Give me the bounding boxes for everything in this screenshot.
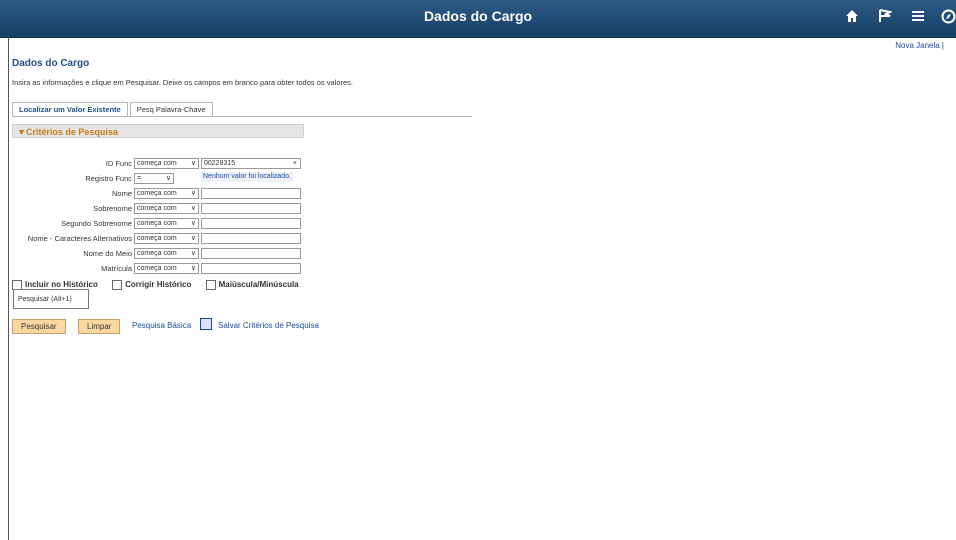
correct-history-checkbox[interactable] — [112, 280, 123, 290]
criteria-input[interactable] — [201, 263, 301, 274]
criteria-label: ID Func — [105, 159, 132, 168]
operator-select[interactable]: começa com ∨ — [134, 218, 199, 229]
search-button[interactable]: Pesquisar — [12, 319, 66, 334]
operator-select[interactable]: começa com ∨ — [134, 188, 199, 199]
save-criteria-icon[interactable] — [200, 318, 212, 330]
correct-history-label: Corrigir Histórico — [125, 280, 192, 290]
operator-value: começa com — [137, 220, 177, 227]
criteria-input[interactable] — [201, 203, 301, 214]
clear-input-icon[interactable]: × — [293, 159, 297, 169]
chevron-down-icon: ∨ — [190, 250, 196, 257]
case-sensitive-option[interactable]: Maiúscula/Minúscula — [205, 280, 299, 290]
case-sensitive-label: Maiúscula/Minúscula — [218, 280, 299, 290]
include-history-label: Incluir no Histórico — [25, 280, 98, 290]
chevron-down-icon: ∨ — [190, 190, 196, 197]
operator-value: começa com — [137, 235, 177, 242]
save-criteria-link[interactable]: Salvar Critérios de Pesquisa — [218, 321, 319, 330]
criteria-input[interactable] — [201, 248, 301, 259]
tab-divider — [12, 116, 472, 117]
criteria-label: Nome — [111, 189, 132, 198]
flag-icon[interactable] — [878, 9, 894, 27]
case-sensitive-checkbox[interactable] — [205, 280, 216, 290]
criteria-label: Nome - Caracteres Alternativos — [27, 234, 132, 243]
header-title: Dados do Cargo — [423, 8, 533, 24]
criteria-input[interactable] — [201, 218, 301, 229]
page-instructions: Insira as informações e clique em Pesqui… — [12, 78, 354, 87]
no-value-hint: Nenhum valor foi localizado. — [201, 172, 293, 182]
chevron-down-icon: ∨ — [190, 235, 196, 242]
chevron-down-icon: ∨ — [165, 175, 171, 182]
operator-value: começa com — [137, 250, 177, 257]
app-header: Dados do Cargo — [0, 0, 956, 38]
compass-icon[interactable] — [941, 9, 956, 28]
correct-history-option[interactable]: Corrigir Histórico — [112, 280, 192, 290]
operator-value: começa com — [137, 160, 177, 167]
include-history-option[interactable]: Incluir no Histórico — [12, 280, 98, 290]
operator-select[interactable]: começa com ∨ — [134, 158, 199, 169]
home-icon[interactable] — [845, 9, 859, 27]
basic-search-link[interactable]: Pesquisa Básica — [132, 321, 191, 330]
operator-value: começa com — [137, 205, 177, 212]
search-tooltip: Pesquisar (Alt+1) — [13, 289, 89, 309]
new-window-link[interactable]: Nova Janela | — [895, 41, 944, 50]
operator-value: começa com — [137, 190, 177, 197]
chevron-down-icon: ∨ — [190, 265, 196, 272]
operator-value: = — [137, 175, 142, 182]
chevron-down-icon: ∨ — [190, 205, 196, 212]
criteria-input[interactable] — [201, 188, 301, 199]
hamburger-icon[interactable] — [911, 9, 925, 27]
criteria-label: Matrícula — [101, 264, 132, 273]
operator-select[interactable]: = ∨ — [134, 173, 174, 184]
criteria-label: Registro Func — [85, 174, 132, 183]
chevron-down-icon: ∨ — [190, 220, 196, 227]
clear-button[interactable]: Limpar — [78, 319, 121, 334]
input-value: 00228315 — [204, 160, 236, 167]
tab-keyword-search[interactable]: Pesq Palavra-Chave — [129, 102, 213, 117]
operator-value: começa com — [137, 265, 177, 272]
tab-find-existing[interactable]: Localizar um Valor Existente — [12, 102, 128, 117]
operator-select[interactable]: começa com ∨ — [134, 248, 199, 259]
page-title: Dados do Cargo — [12, 58, 90, 69]
operator-select[interactable]: começa com ∨ — [134, 233, 199, 244]
criteria-input[interactable] — [201, 233, 301, 244]
chevron-down-icon: ∨ — [190, 160, 196, 167]
search-tabs: Localizar um Valor Existente Pesq Palavra… — [12, 102, 215, 117]
operator-select[interactable]: começa com ∨ — [134, 263, 199, 274]
operator-select[interactable]: começa com ∨ — [134, 203, 199, 214]
criteria-label: Nome do Meio — [83, 249, 132, 258]
search-criteria-header[interactable]: ▼Critérios de Pesquisa — [12, 124, 304, 138]
criteria-input[interactable]: 00228315 × — [201, 158, 301, 169]
page-border — [8, 37, 9, 540]
criteria-label: Sobrenome — [93, 204, 132, 213]
criteria-label: Segundo Sobrenome — [61, 219, 132, 228]
